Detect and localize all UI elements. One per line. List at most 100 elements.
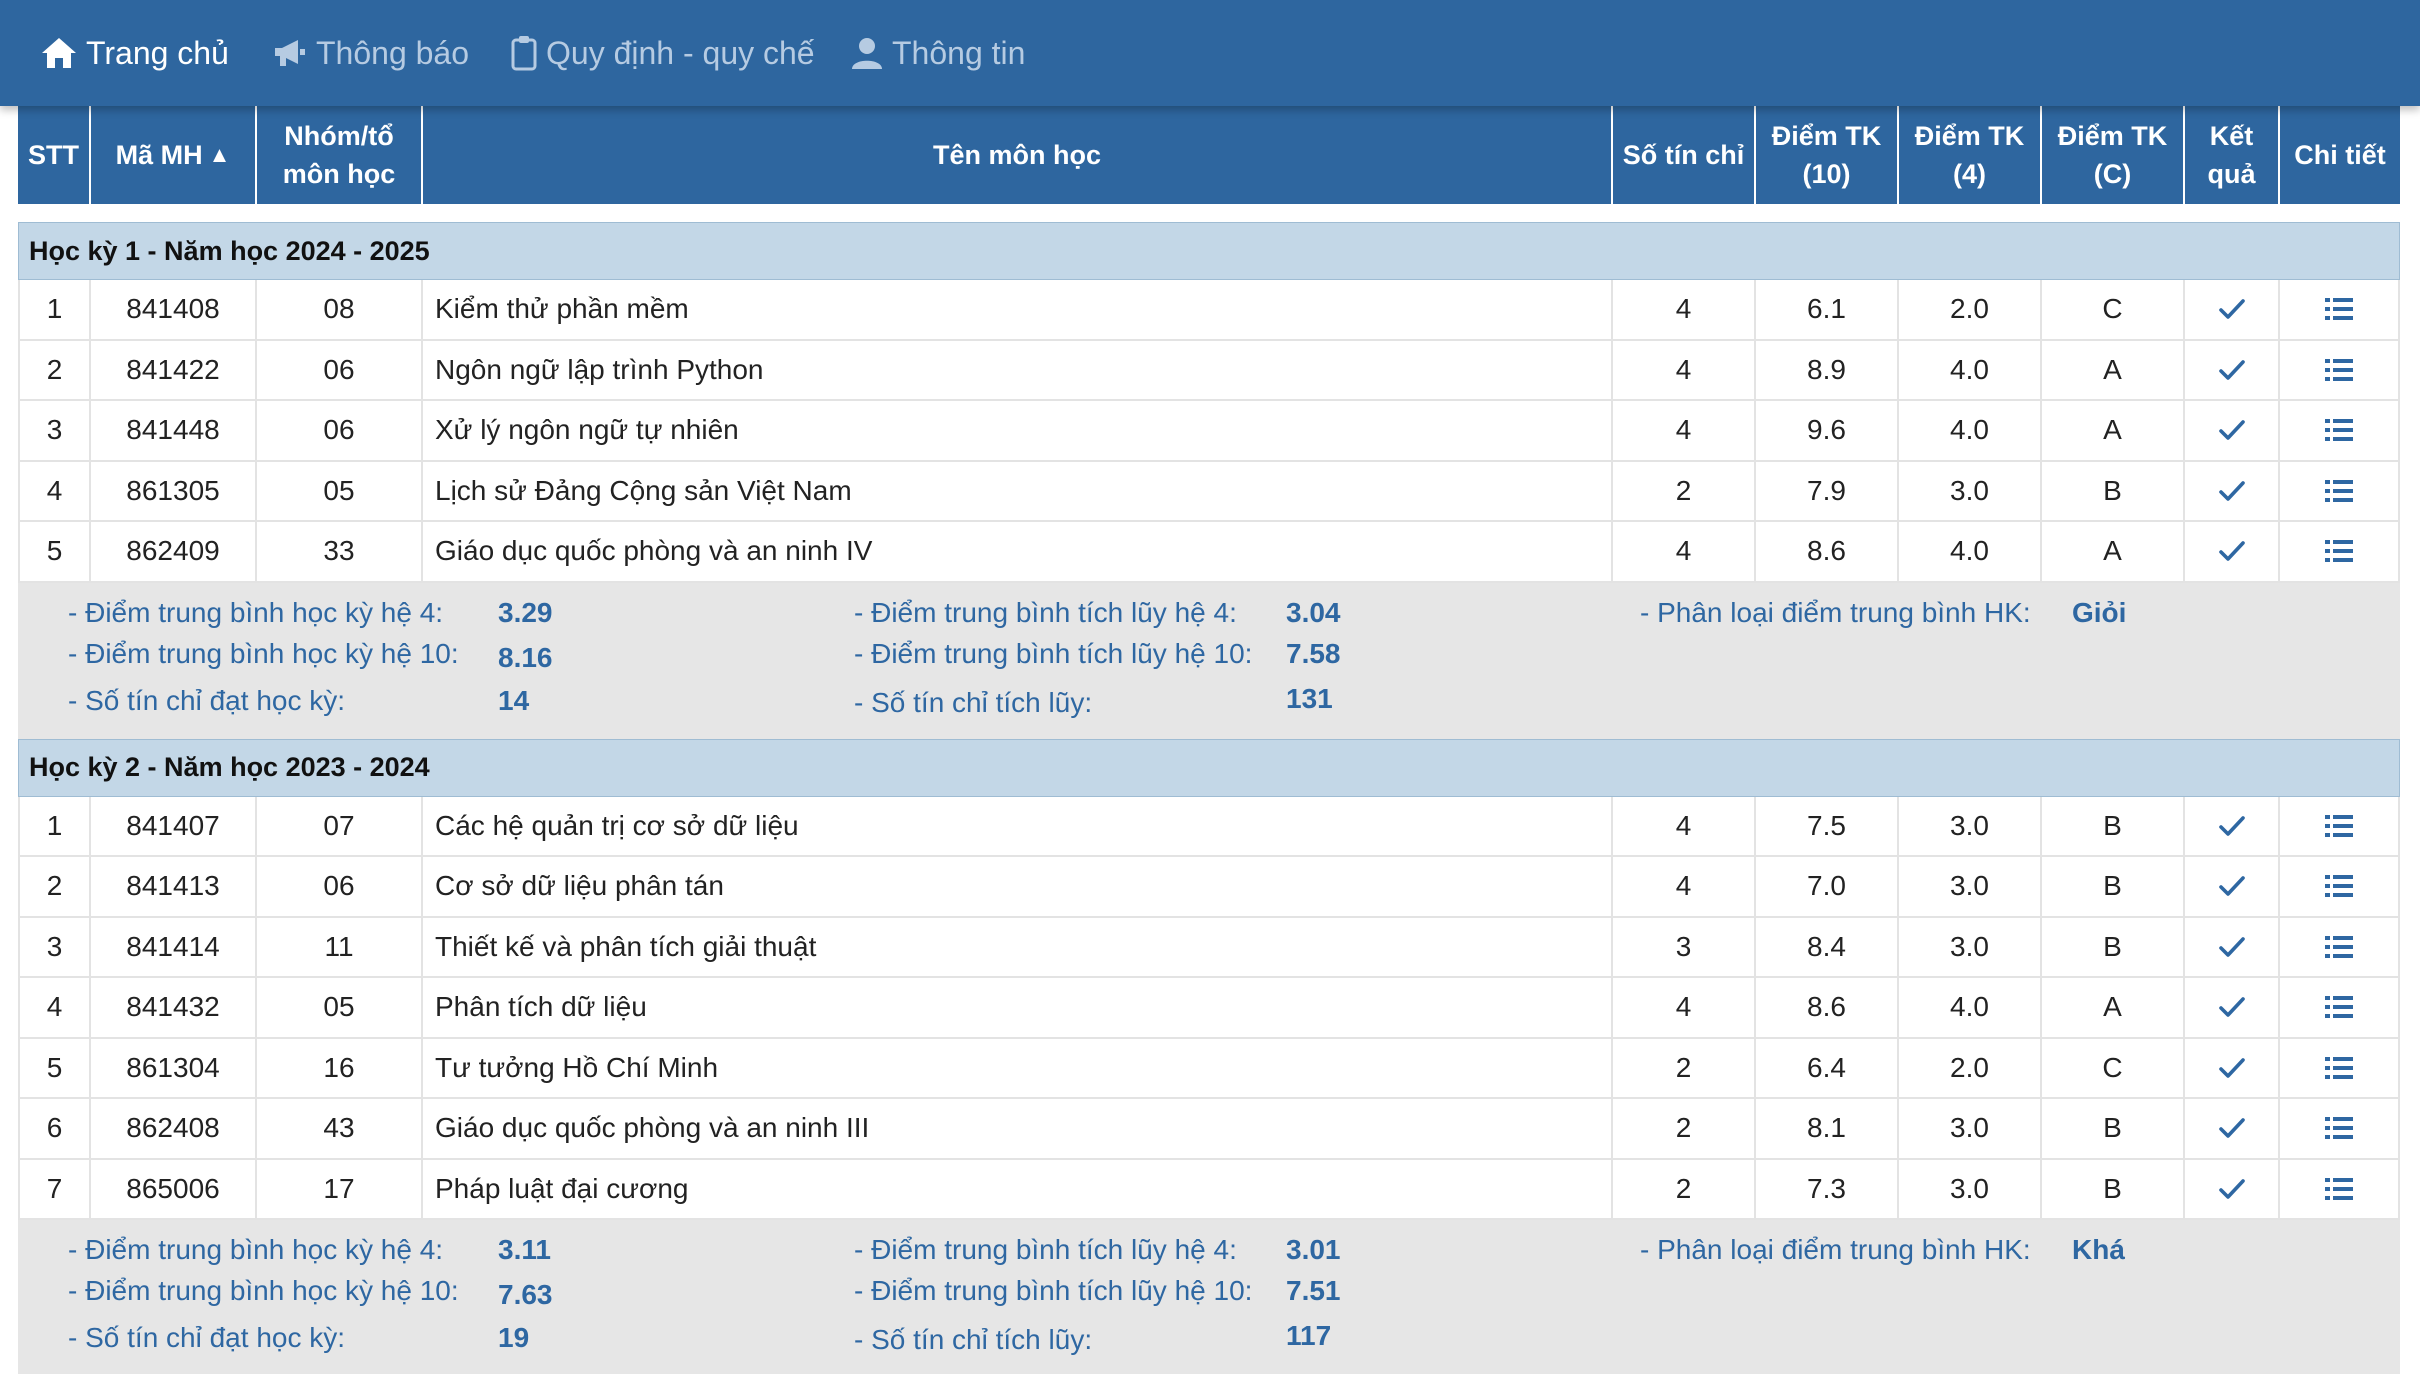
cell-credits: 2 xyxy=(1613,461,1756,520)
cell-code: 841407 xyxy=(91,796,257,855)
cell-group: 06 xyxy=(257,857,423,916)
cell-code: 861305 xyxy=(91,461,257,520)
cell-s4: 4.0 xyxy=(1899,978,2042,1037)
passed-check-icon xyxy=(2185,1038,2280,1097)
passed-check-icon xyxy=(2185,917,2280,976)
detail-list-icon[interactable] xyxy=(2280,857,2400,916)
cell-code: 841432 xyxy=(91,978,257,1037)
cell-s10: 7.9 xyxy=(1756,461,1899,520)
passed-check-icon xyxy=(2185,978,2280,1037)
table-row: 4 861305 05 Lịch sử Đảng Cộng sản Việt Nam 2… xyxy=(18,461,2400,522)
detail-list-icon[interactable] xyxy=(2280,401,2400,460)
table-row: 2 841422 06 Ngôn ngữ lập trình Python 4 8.9 4.… xyxy=(18,340,2400,401)
col-credits: Số tín chỉ xyxy=(1613,106,1756,204)
cell-stt: 4 xyxy=(18,461,91,520)
summary-label-credits: - Số tín chỉ đạt học kỳ: xyxy=(68,1322,346,1353)
cell-s10: 8.4 xyxy=(1756,917,1899,976)
detail-list-icon[interactable] xyxy=(2280,1038,2400,1097)
cell-group: 43 xyxy=(257,1099,423,1158)
cell-sc: B xyxy=(2042,917,2185,976)
detail-list-icon[interactable] xyxy=(2280,978,2400,1037)
cell-sc: A xyxy=(2042,401,2185,460)
nav-label-notifications: Thông báo xyxy=(316,34,470,71)
summary-value-cum10: 7.51 xyxy=(1286,1275,1341,1306)
summary-value-rank: Khá xyxy=(2072,1234,2125,1265)
col-credits-label: Số tín chỉ xyxy=(1622,140,1745,170)
cell-credits: 4 xyxy=(1613,401,1756,460)
cell-credits: 2 xyxy=(1613,1159,1756,1218)
summary-label-rank: - Phân loại điểm trung bình HK: xyxy=(1640,596,2031,628)
cell-name: Thiết kế và phân tích giải thuật xyxy=(423,917,1613,976)
cell-code: 862409 xyxy=(91,522,257,581)
cell-stt: 2 xyxy=(18,340,91,399)
nav-item-info[interactable]: Thông tin xyxy=(850,0,1025,106)
semester-list: Học kỳ 1 - Năm học 2024 - 2025 1 841408 08 K… xyxy=(18,222,2400,1374)
nav-item-notifications[interactable]: Thông báo xyxy=(272,0,469,106)
cell-name: Lịch sử Đảng Cộng sản Việt Nam xyxy=(423,461,1613,520)
passed-check-icon xyxy=(2185,796,2280,855)
table-row: 6 862408 43 Giáo dục quốc phòng và an ninh … xyxy=(18,1099,2400,1160)
table-row: 2 841413 06 Cơ sở dữ liệu phân tán 4 7.0 3.0 B xyxy=(18,857,2400,918)
cell-stt: 4 xyxy=(18,978,91,1037)
cell-s4: 3.0 xyxy=(1899,917,2042,976)
summary-value-cum4: 3.04 xyxy=(1286,596,1341,628)
col-code-sortable[interactable]: Mã MH ▲ xyxy=(91,106,257,204)
table-row: 1 841407 07 Các hệ quản trị cơ sở dữ liệu 4 7… xyxy=(18,796,2400,857)
col-detail-label: Chi tiết xyxy=(2294,140,2386,170)
summary-value-gpa4: 3.29 xyxy=(498,596,553,628)
cell-s10: 8.6 xyxy=(1756,522,1899,581)
passed-check-icon xyxy=(2185,280,2280,339)
summary-label-cum4: - Điểm trung bình tích lũy hệ 4: xyxy=(854,1234,1237,1265)
summary-value-credits: 19 xyxy=(498,1322,530,1353)
col-scoreC: Điểm TK (C) xyxy=(2042,106,2185,204)
detail-list-icon[interactable] xyxy=(2280,917,2400,976)
cell-code: 841413 xyxy=(91,857,257,916)
cell-name: Xử lý ngôn ngữ tự nhiên xyxy=(423,401,1613,460)
summary-label-rank: - Phân loại điểm trung bình HK: xyxy=(1640,1234,2031,1265)
cell-s4: 4.0 xyxy=(1899,522,2042,581)
detail-list-icon[interactable] xyxy=(2280,796,2400,855)
nav-item-regulations[interactable]: Quy định - quy chế xyxy=(510,0,815,106)
cell-s10: 8.6 xyxy=(1756,978,1899,1037)
cell-group: 05 xyxy=(257,461,423,520)
cell-name: Giáo dục quốc phòng và an ninh IV xyxy=(423,522,1613,581)
detail-list-icon[interactable] xyxy=(2280,1099,2400,1158)
col-group-label-2: môn học xyxy=(282,159,396,189)
detail-list-icon[interactable] xyxy=(2280,280,2400,339)
summary-value-gpa10: 8.16 xyxy=(498,641,553,673)
cell-sc: B xyxy=(2042,796,2185,855)
cell-name: Pháp luật đại cương xyxy=(423,1159,1613,1218)
cell-s10: 7.0 xyxy=(1756,857,1899,916)
table-header: STT Mã MH ▲ Nhóm/tổ môn học Tên môn học Số… xyxy=(18,106,2400,204)
cell-stt: 3 xyxy=(18,917,91,976)
summary-value-gpa4: 3.11 xyxy=(498,1234,551,1265)
cell-sc: A xyxy=(2042,340,2185,399)
cell-stt: 5 xyxy=(18,522,91,581)
cell-sc: A xyxy=(2042,522,2185,581)
detail-list-icon[interactable] xyxy=(2280,1159,2400,1218)
cell-name: Giáo dục quốc phòng và an ninh III xyxy=(423,1099,1613,1158)
cell-stt: 5 xyxy=(18,1038,91,1097)
cell-sc: A xyxy=(2042,978,2185,1037)
col-result-label-2: quả xyxy=(2207,159,2256,189)
col-name-label: Tên môn học xyxy=(933,140,1101,170)
header-spacer xyxy=(18,204,2400,222)
cell-name: Phân tích dữ liệu xyxy=(423,978,1613,1037)
cell-stt: 7 xyxy=(18,1159,91,1218)
summary-label-cum10: - Điểm trung bình tích lũy hệ 10: xyxy=(854,637,1253,669)
detail-list-icon[interactable] xyxy=(2280,522,2400,581)
cell-stt: 1 xyxy=(18,796,91,855)
summary-label-gpa10: - Điểm trung bình học kỳ hệ 10: xyxy=(68,1275,459,1306)
cell-sc: B xyxy=(2042,461,2185,520)
top-navbar: Trang chủ Thông báo Quy định - quy chế T… xyxy=(0,0,2420,106)
passed-check-icon xyxy=(2185,1159,2280,1218)
cell-credits: 4 xyxy=(1613,796,1756,855)
col-scoreC-label-2: (C) xyxy=(2093,159,2132,189)
col-name: Tên môn học xyxy=(423,106,1613,204)
cell-code: 841408 xyxy=(91,280,257,339)
detail-list-icon[interactable] xyxy=(2280,340,2400,399)
sort-ascending-icon: ▲ xyxy=(208,142,231,167)
cell-credits: 4 xyxy=(1613,857,1756,916)
nav-item-home[interactable]: Trang chủ xyxy=(40,0,229,106)
detail-list-icon[interactable] xyxy=(2280,461,2400,520)
